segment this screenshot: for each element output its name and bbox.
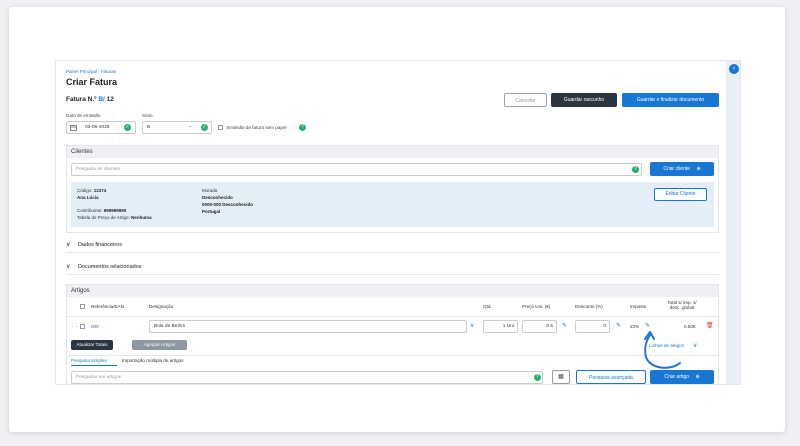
create-client-button[interactable]: Criar cliente ⊕ [650,162,714,176]
barcode-scan-icon[interactable]: ▦ [552,370,570,384]
edit-price-icon[interactable]: ✎ [562,322,567,329]
col-total: Total s/ imp. s/ desc. global [662,300,702,310]
client-taxpayer-value: 999999990 [103,208,127,213]
chevron-down-icon: ∨ [66,264,71,270]
articles-title: Artigos [67,285,718,297]
related-docs-toggle[interactable]: ∨ Documentos relacionados [66,263,142,270]
date-valid-icon: ✓ [124,124,131,131]
breadcrumb-home[interactable]: Painel Principal [66,69,97,74]
plus-circle-icon: ⊕ [695,374,700,380]
save-finish-button[interactable]: Guardar e finalizar documento [622,93,719,107]
app-window: Painel Principal / Faturas Criar Fatura … [55,60,741,385]
row-ref[interactable]: 008 [91,324,99,329]
calendar-icon [70,125,77,131]
collapse-sidebar-icon[interactable]: ‹ [729,64,739,74]
col-tax: Imposto [630,304,647,309]
client-price-table-value: Nenhuma [131,215,152,220]
breadcrumb: Painel Principal / Faturas [66,69,117,74]
client-taxpayer: Contribuinte: 999999990 [77,208,126,213]
tab-multiple-import[interactable]: Importação múltipla de artigos [122,358,184,363]
create-client-label: Criar cliente [663,166,691,172]
invoice-num: 12 [106,96,114,103]
clients-title: Clientes [67,146,718,158]
row-qty-input[interactable]: 1 Uni [483,320,518,333]
client-search-help-icon[interactable]: ? [632,166,639,173]
invoice-label: Fatura N.º [66,96,97,103]
col-ref: Referência/EAN [91,304,124,309]
active-tab-indicator [71,365,117,366]
financial-data-toggle[interactable]: ∨ Dados financeiros [66,241,122,248]
invoice-series[interactable]: B/ [98,96,105,103]
save-draft-button[interactable]: Guardar rascunho [551,93,617,107]
cancel-button[interactable]: Cancelar [504,93,547,107]
address-line2: 0000-000 Desconhecido [202,202,254,207]
select-all-checkbox[interactable] [80,304,85,309]
client-code: Código: 12374 [77,188,106,193]
address-line1: Desconhecido [202,195,233,200]
row-designation-input[interactable]: Bola de Berlim [149,320,467,333]
series-valid-icon: ✓ [201,124,208,131]
client-taxpayer-label: Contribuinte: [77,208,103,213]
related-docs-label: Documentos relacionados [77,264,142,270]
page-title: Criar Fatura [66,77,118,87]
article-search-input[interactable]: Pesquisar em artigos [71,371,543,384]
delete-row-icon[interactable]: 🗑 [706,322,714,329]
divider [66,274,719,275]
divider [66,316,719,317]
client-code-value: 12374 [93,188,107,193]
row-price-input[interactable]: 0.5 [522,320,557,333]
edit-client-button[interactable]: Editar Cliente [654,188,707,201]
paperless-label: Emissão de fatura sem papel [227,125,287,130]
client-card [71,182,714,227]
tab-simple-search[interactable]: Pesquisa simples [71,358,107,363]
paperless-info-icon[interactable]: ? [299,124,306,131]
article-search-help-icon[interactable]: ? [534,374,541,381]
address-line3: Portugal [202,209,221,214]
plus-circle-icon: ⊕ [696,166,701,172]
annotation-arrow [644,331,681,369]
client-code-label: Código: [77,188,93,193]
row-checkbox[interactable] [80,324,85,329]
series-value: B [147,125,151,130]
col-total-line2: desc. global [669,305,695,310]
invoice-number: Fatura N.º B/ 12 [66,96,114,103]
financial-data-label: Dados financeiros [77,242,122,248]
lines-chevron-icon[interactable]: ∨ [693,342,697,349]
breadcrumb-current[interactable]: Faturas [101,69,116,74]
row-designation: Bola de Berlim [154,324,186,329]
chevron-down-icon: ∨ [66,242,71,248]
col-discount: Desconto (%) [575,304,603,309]
row-discount-input[interactable]: 0 [575,320,610,333]
client-search-input[interactable]: Pesquisa de clientes [71,163,642,176]
col-qty: Qtd. [483,304,492,309]
col-designation: Designação [149,304,174,309]
divider [66,355,719,356]
drag-handle-icon[interactable]: ⋮⋮ [70,323,79,329]
edit-discount-icon[interactable]: ✎ [616,322,621,329]
paperless-checkbox[interactable] [218,125,223,130]
issue-date-value: 03-06-2025 [85,125,110,130]
client-price-table-label: Tabela de Preço de Artigo: [77,215,130,220]
group-articles-button[interactable]: Agrupar Artigos [132,340,187,350]
main-panel: Painel Principal / Faturas Criar Fatura … [56,61,726,384]
address-label: Morada [202,188,218,193]
right-sidebar-strip [726,61,740,384]
divider [66,252,719,253]
series-label: Série [142,113,153,118]
client-name: Ana Lúcia [77,195,99,200]
client-price-table: Tabela de Preço de Artigo: Nenhuma [77,215,152,220]
designation-chevron-icon[interactable]: ∨ [470,322,474,329]
col-unit-price: Preço Uni. (€) [522,304,551,309]
issue-date-label: Data de emissão [66,113,101,118]
update-totals-button[interactable]: Atualizar Totais [71,340,113,350]
chevron-down-icon: ⌄ [188,123,193,129]
